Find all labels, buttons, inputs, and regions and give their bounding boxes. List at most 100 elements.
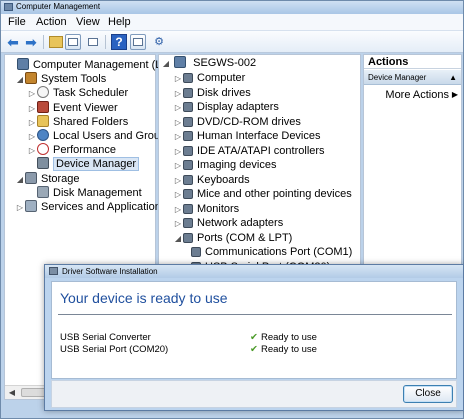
- expand-icon[interactable]: ▷: [27, 116, 37, 130]
- expand-icon[interactable]: ▷: [27, 144, 37, 158]
- device-category-label: Mice and other pointing devices: [197, 188, 352, 200]
- expand-icon[interactable]: ▷: [173, 101, 183, 115]
- device-category[interactable]: ▷ Mice and other pointing devices: [173, 187, 352, 201]
- device-category-icon: [183, 102, 193, 112]
- menu-file[interactable]: File: [8, 16, 26, 28]
- collapse-up-icon[interactable]: ▲: [449, 70, 457, 85]
- device-category-label: Network adapters: [197, 217, 284, 229]
- device-category[interactable]: ◢ Ports (COM & LPT): [173, 231, 292, 245]
- performance-icon: [37, 143, 49, 156]
- computer-icon: [174, 56, 187, 68]
- close-button[interactable]: Close: [403, 385, 453, 403]
- device-category[interactable]: ▷ Network adapters: [173, 216, 283, 230]
- tree-item[interactable]: ◢ Storage: [15, 171, 80, 187]
- chevron-right-icon: ▶: [451, 90, 458, 99]
- up-folder-icon[interactable]: [49, 36, 63, 48]
- dialog-title-bar[interactable]: Driver Software Installation: [45, 265, 463, 278]
- device-category[interactable]: ▷ Keyboards: [173, 173, 250, 187]
- expand-icon[interactable]: ▷: [15, 201, 25, 215]
- tree-item[interactable]: ▷ Task Scheduler: [27, 86, 128, 100]
- tree-item[interactable]: Disk Management: [27, 185, 142, 200]
- tree-item-label: Task Scheduler: [53, 87, 129, 100]
- forward-arrow-icon[interactable]: ➡: [23, 34, 39, 50]
- expand-icon[interactable]: ▷: [173, 72, 183, 86]
- collapse-icon[interactable]: ◢: [161, 57, 171, 71]
- tree-item-label: Shared Folders: [53, 115, 129, 128]
- tree-item[interactable]: ▷ Event Viewer: [27, 100, 118, 116]
- collapse-icon[interactable]: ◢: [173, 232, 183, 246]
- dialog-divider: [58, 314, 452, 315]
- title-bar[interactable]: Computer Management: [1, 1, 463, 14]
- device-category-icon: [183, 203, 193, 214]
- tree-item[interactable]: ▷ Local Users and Groups: [27, 129, 172, 143]
- device-category-label: IDE ATA/ATAPI controllers: [197, 144, 325, 157]
- port-connector-icon: [191, 247, 201, 257]
- expand-icon[interactable]: ▷: [173, 87, 183, 101]
- expand-icon[interactable]: ▷: [173, 217, 183, 231]
- device-tree-root[interactable]: ◢ SEGWS-002: [161, 56, 256, 70]
- dialog-body: Your device is ready to use USB Serial C…: [51, 281, 457, 379]
- menu-action[interactable]: Action: [36, 16, 67, 28]
- expand-icon[interactable]: ▷: [173, 174, 183, 188]
- expand-icon[interactable]: ▷: [173, 116, 183, 130]
- dialog-footer: Close: [51, 380, 457, 408]
- actions-section-device-manager[interactable]: Device Manager ▲: [364, 70, 461, 85]
- device-category-icon: [183, 116, 193, 127]
- tree-item[interactable]: Computer Management (Local: [7, 58, 182, 72]
- device-category[interactable]: ▷ Display adapters: [173, 100, 279, 114]
- tree-item[interactable]: ▷ Shared Folders: [27, 114, 129, 130]
- checkmark-icon: ✔: [250, 332, 258, 343]
- tree-item[interactable]: ▷ Performance: [27, 143, 116, 157]
- menu-view[interactable]: View: [76, 16, 100, 28]
- scroll-left-arrow-icon[interactable]: ◀: [5, 386, 19, 399]
- device-status: ✔ Ready to use: [250, 344, 317, 355]
- back-arrow-icon[interactable]: ⬅: [5, 34, 21, 50]
- window-title: Computer Management: [16, 2, 101, 11]
- show-action-pane-icon[interactable]: [130, 34, 146, 50]
- tree-item-label: System Tools: [41, 73, 107, 86]
- device-name: USB Serial Converter: [60, 332, 151, 343]
- expand-icon[interactable]: ▷: [173, 145, 183, 159]
- device-category-label: Imaging devices: [197, 159, 277, 171]
- expand-icon[interactable]: ▷: [173, 159, 183, 173]
- tree-item-label: Storage: [41, 172, 80, 185]
- local-users-icon: [37, 129, 49, 141]
- expand-icon[interactable]: ▷: [27, 102, 37, 116]
- device-category[interactable]: ▷ Computer: [173, 71, 245, 85]
- device-category-icon: [183, 87, 193, 98]
- device-category[interactable]: ▷ Monitors: [173, 202, 239, 216]
- collapse-icon[interactable]: ◢: [15, 173, 25, 187]
- show-hide-console-tree-icon[interactable]: [65, 34, 81, 50]
- menu-help[interactable]: Help: [108, 16, 131, 28]
- device-category-icon: [183, 145, 193, 156]
- collapse-icon[interactable]: ◢: [15, 73, 25, 87]
- device-category-icon: [183, 189, 193, 199]
- device-category-label: Keyboards: [197, 173, 250, 186]
- expand-icon[interactable]: ▷: [173, 188, 183, 202]
- tree-item[interactable]: Device Manager: [27, 157, 140, 172]
- services-icon: [25, 200, 37, 212]
- tree-item-label: Local Users and Groups: [53, 130, 172, 142]
- computer-management-icon: [17, 58, 29, 70]
- properties-icon[interactable]: [85, 34, 101, 50]
- help-icon[interactable]: ?: [111, 34, 127, 50]
- device-category[interactable]: ▷ Imaging devices: [173, 158, 277, 172]
- tree-item[interactable]: ▷ Services and Applications: [15, 200, 166, 214]
- expand-icon[interactable]: ▷: [173, 203, 183, 217]
- expand-icon[interactable]: ▷: [27, 130, 37, 144]
- device-category[interactable]: ▷ IDE ATA/ATAPI controllers: [173, 144, 325, 158]
- more-actions-link[interactable]: More Actions ▶: [364, 88, 461, 102]
- menu-bar: File Action View Help: [1, 14, 463, 31]
- port-device[interactable]: Communications Port (COM1): [191, 245, 352, 259]
- dialog-headline: Your device is ready to use: [60, 290, 228, 306]
- device-category[interactable]: ▷ Human Interface Devices: [173, 129, 321, 143]
- expand-icon[interactable]: ▷: [27, 87, 37, 101]
- toolbar-separator: [105, 35, 106, 49]
- expand-icon[interactable]: ▷: [173, 130, 183, 144]
- storage-icon: [25, 171, 37, 184]
- device-category[interactable]: ▷ Disk drives: [173, 86, 251, 100]
- scan-hardware-icon[interactable]: ⚙: [151, 34, 167, 50]
- tree-item[interactable]: ◢ System Tools: [15, 72, 106, 86]
- device-category[interactable]: ▷ DVD/CD-ROM drives: [173, 115, 301, 129]
- driver-installation-dialog: Driver Software Installation Your device…: [44, 264, 464, 411]
